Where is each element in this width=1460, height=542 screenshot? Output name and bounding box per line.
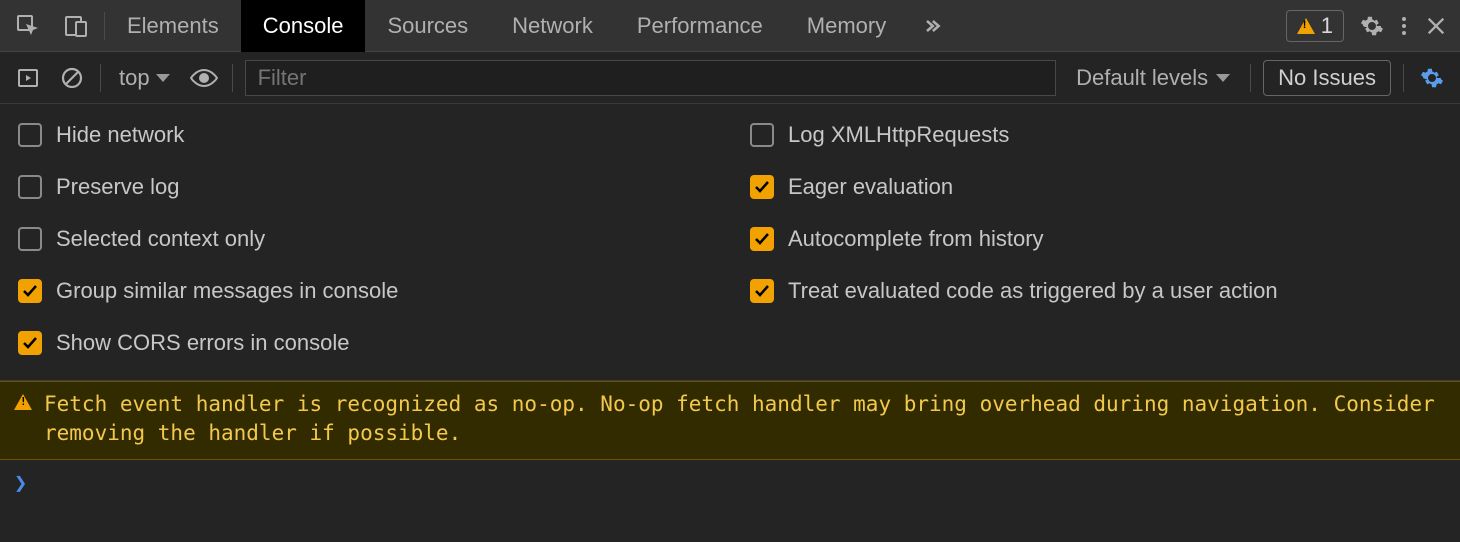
log-levels-selector[interactable]: Default levels — [1068, 65, 1238, 91]
console-warning-entry[interactable]: Fetch event handler is recognized as no-… — [0, 381, 1460, 460]
devtools-tab-strip: Elements Console Sources Network Perform… — [0, 0, 1460, 52]
warnings-badge[interactable]: 1 — [1286, 10, 1344, 42]
chevron-down-icon — [1216, 74, 1230, 82]
context-selector[interactable]: top — [113, 65, 176, 91]
divider — [232, 64, 233, 92]
setting-hide-network[interactable]: Hide network — [18, 122, 710, 148]
divider — [1250, 64, 1251, 92]
setting-log-xhr[interactable]: Log XMLHttpRequests — [750, 122, 1442, 148]
tab-network[interactable]: Network — [490, 0, 615, 52]
divider — [1403, 64, 1404, 92]
warning-count: 1 — [1321, 13, 1333, 39]
setting-eager-evaluation[interactable]: Eager evaluation — [750, 174, 1442, 200]
console-toolbar: top Default levels No Issues — [0, 52, 1460, 104]
chevron-down-icon — [156, 74, 170, 82]
setting-treat-user-action[interactable]: Treat evaluated code as triggered by a u… — [750, 278, 1442, 304]
warning-triangle-icon — [14, 394, 32, 410]
setting-preserve-log[interactable]: Preserve log — [18, 174, 710, 200]
live-expression-icon[interactable] — [188, 62, 220, 94]
close-icon[interactable] — [1420, 10, 1452, 42]
setting-group-similar[interactable]: Group similar messages in console — [18, 278, 710, 304]
kebab-menu-icon[interactable] — [1388, 10, 1420, 42]
filter-input[interactable] — [245, 60, 1057, 96]
settings-gear-icon[interactable] — [1356, 10, 1388, 42]
setting-autocomplete-history[interactable]: Autocomplete from history — [750, 226, 1442, 252]
device-toggle-icon[interactable] — [60, 10, 92, 42]
setting-selected-context[interactable]: Selected context only — [18, 226, 710, 252]
tab-memory[interactable]: Memory — [785, 0, 908, 52]
divider — [100, 64, 101, 92]
warning-triangle-icon — [1297, 18, 1315, 34]
tab-performance[interactable]: Performance — [615, 0, 785, 52]
console-settings-panel: Hide network Log XMLHttpRequests Preserv… — [0, 104, 1460, 381]
inspect-element-icon[interactable] — [12, 10, 44, 42]
console-settings-gear-icon[interactable] — [1416, 62, 1448, 94]
issues-button[interactable]: No Issues — [1263, 60, 1391, 96]
tab-sources[interactable]: Sources — [365, 0, 490, 52]
console-prompt[interactable]: ❯ — [0, 460, 1460, 506]
more-tabs-icon[interactable] — [916, 10, 948, 42]
setting-show-cors[interactable]: Show CORS errors in console — [18, 330, 710, 356]
prompt-chevron-icon: ❯ — [14, 471, 27, 496]
tab-elements[interactable]: Elements — [105, 0, 241, 52]
clear-console-icon[interactable] — [56, 62, 88, 94]
toggle-sidebar-icon[interactable] — [12, 62, 44, 94]
tab-console[interactable]: Console — [241, 0, 366, 52]
warning-message-text: Fetch event handler is recognized as no-… — [44, 390, 1446, 449]
